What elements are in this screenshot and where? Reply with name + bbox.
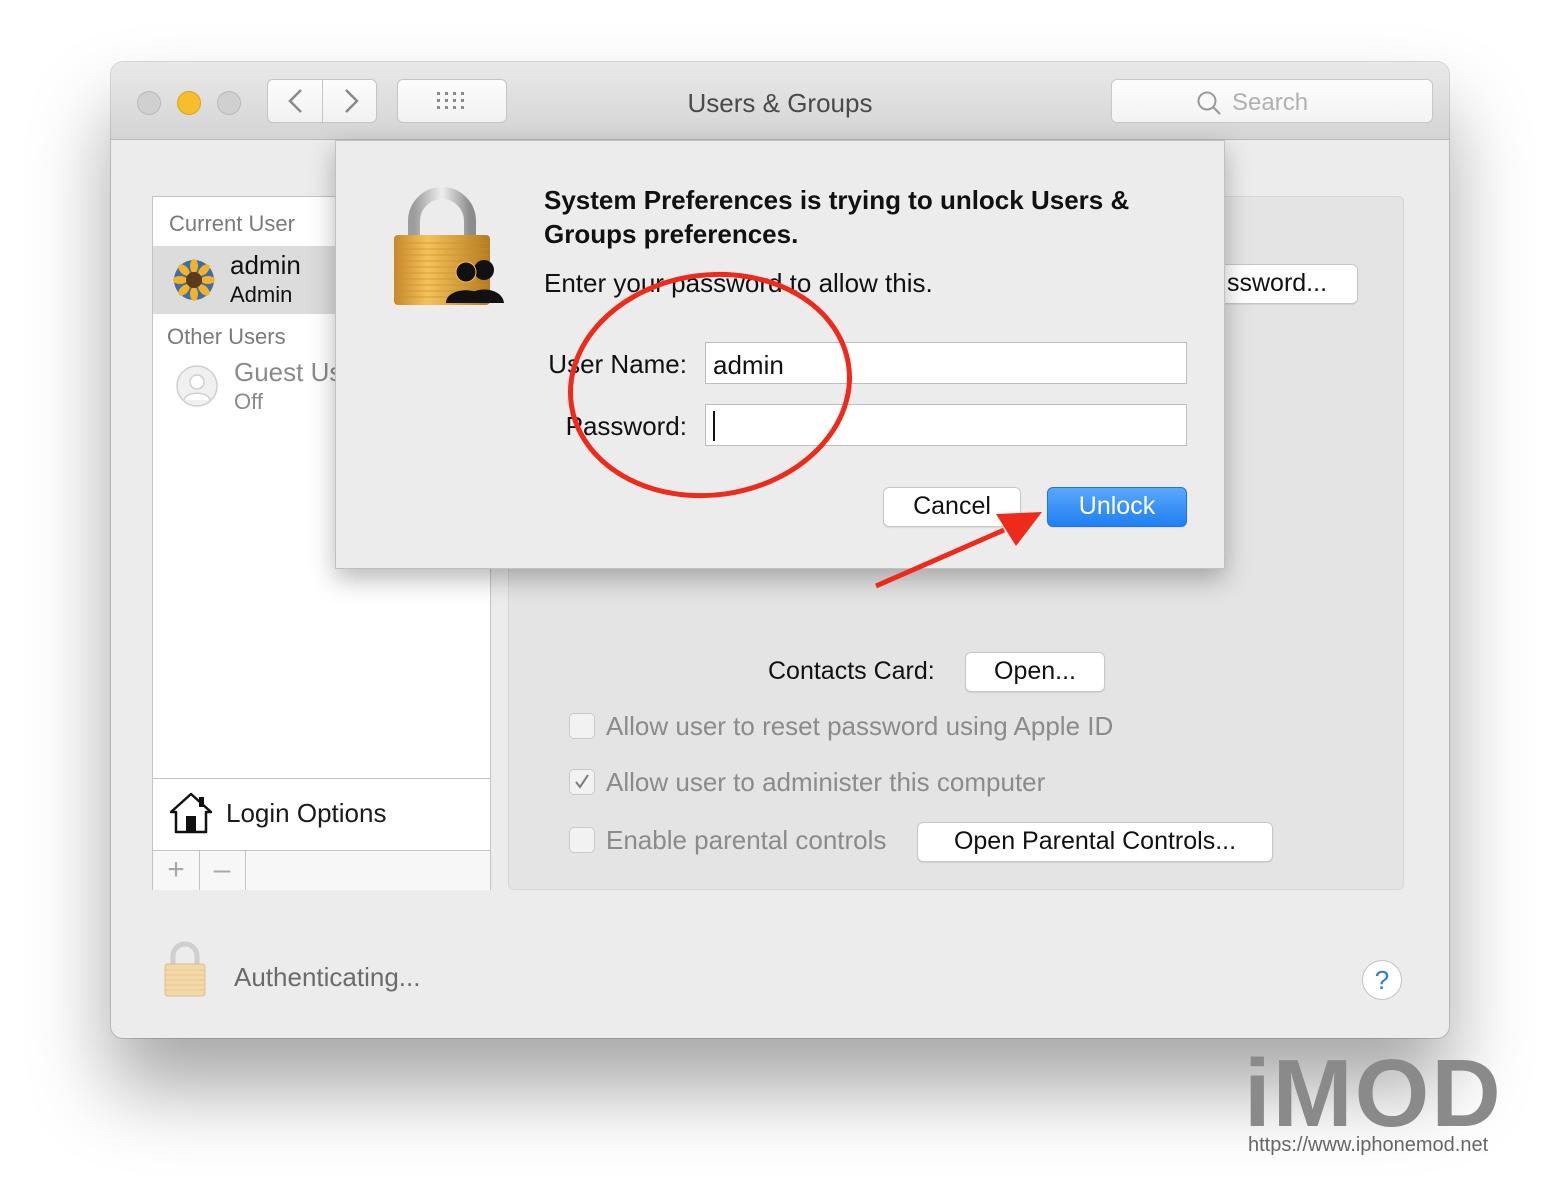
parental-controls-label: Enable parental controls <box>606 825 887 855</box>
lock-users-icon <box>394 187 504 305</box>
add-remove-bar: + – <box>153 850 490 890</box>
unlock-dialog: System Preferences is trying to unlock U… <box>335 140 1225 569</box>
reset-password-checkbox[interactable] <box>569 713 595 739</box>
watermark-url: https://www.iphonemod.net <box>1248 1134 1489 1156</box>
parental-controls-checkbox[interactable] <box>569 827 595 853</box>
login-options-label: Login Options <box>226 798 387 828</box>
search-icon <box>1197 91 1221 115</box>
open-parental-controls-button[interactable]: Open Parental Controls... <box>917 822 1273 862</box>
current-user-header: Current User <box>169 211 295 236</box>
text-caret <box>713 411 715 441</box>
guest-user-name: Guest Us <box>234 357 343 387</box>
guest-avatar-icon <box>176 365 218 407</box>
reset-password-label: Allow user to reset password using Apple… <box>606 711 1114 741</box>
dialog-title: System Preferences is trying to unlock U… <box>544 185 1130 249</box>
add-user-button[interactable]: + <box>153 851 200 890</box>
dialog-message: Enter your password to allow this. <box>544 268 933 298</box>
administer-checkbox[interactable] <box>569 769 595 795</box>
login-options-item[interactable]: Login Options <box>153 778 490 851</box>
administer-label: Allow user to administer this computer <box>606 767 1046 797</box>
contacts-card-label: Contacts Card: <box>768 657 935 685</box>
remove-user-button[interactable]: – <box>199 851 246 890</box>
open-contacts-button[interactable]: Open... <box>965 652 1105 692</box>
other-users-header: Other Users <box>167 324 286 349</box>
username-label: User Name: <box>548 349 687 379</box>
password-field[interactable] <box>705 404 1187 446</box>
guest-user-status: Off <box>234 389 263 414</box>
watermark-logo: iMOD <box>1244 1040 1503 1147</box>
current-user-role: Admin <box>230 282 293 307</box>
house-icon <box>169 792 213 834</box>
titlebar: Users & Groups Search <box>111 62 1449 140</box>
cancel-button[interactable]: Cancel <box>883 487 1021 527</box>
search-field[interactable]: Search <box>1111 79 1433 123</box>
help-button[interactable]: ? <box>1362 960 1402 1000</box>
search-placeholder: Search <box>1232 89 1309 116</box>
padlock-icon[interactable] <box>161 940 209 998</box>
status-text: Authenticating... <box>234 962 421 992</box>
username-field[interactable]: admin <box>705 342 1187 384</box>
sunflower-avatar <box>173 259 215 301</box>
imod-watermark: iMOD https://www.iphonemod.net <box>1244 1044 1514 1184</box>
current-user-name: admin <box>230 250 301 280</box>
change-password-button[interactable]: ssword... <box>1216 264 1358 304</box>
checkmark-icon <box>575 774 589 789</box>
password-label: Password: <box>565 411 687 441</box>
unlock-button[interactable]: Unlock <box>1047 487 1187 527</box>
